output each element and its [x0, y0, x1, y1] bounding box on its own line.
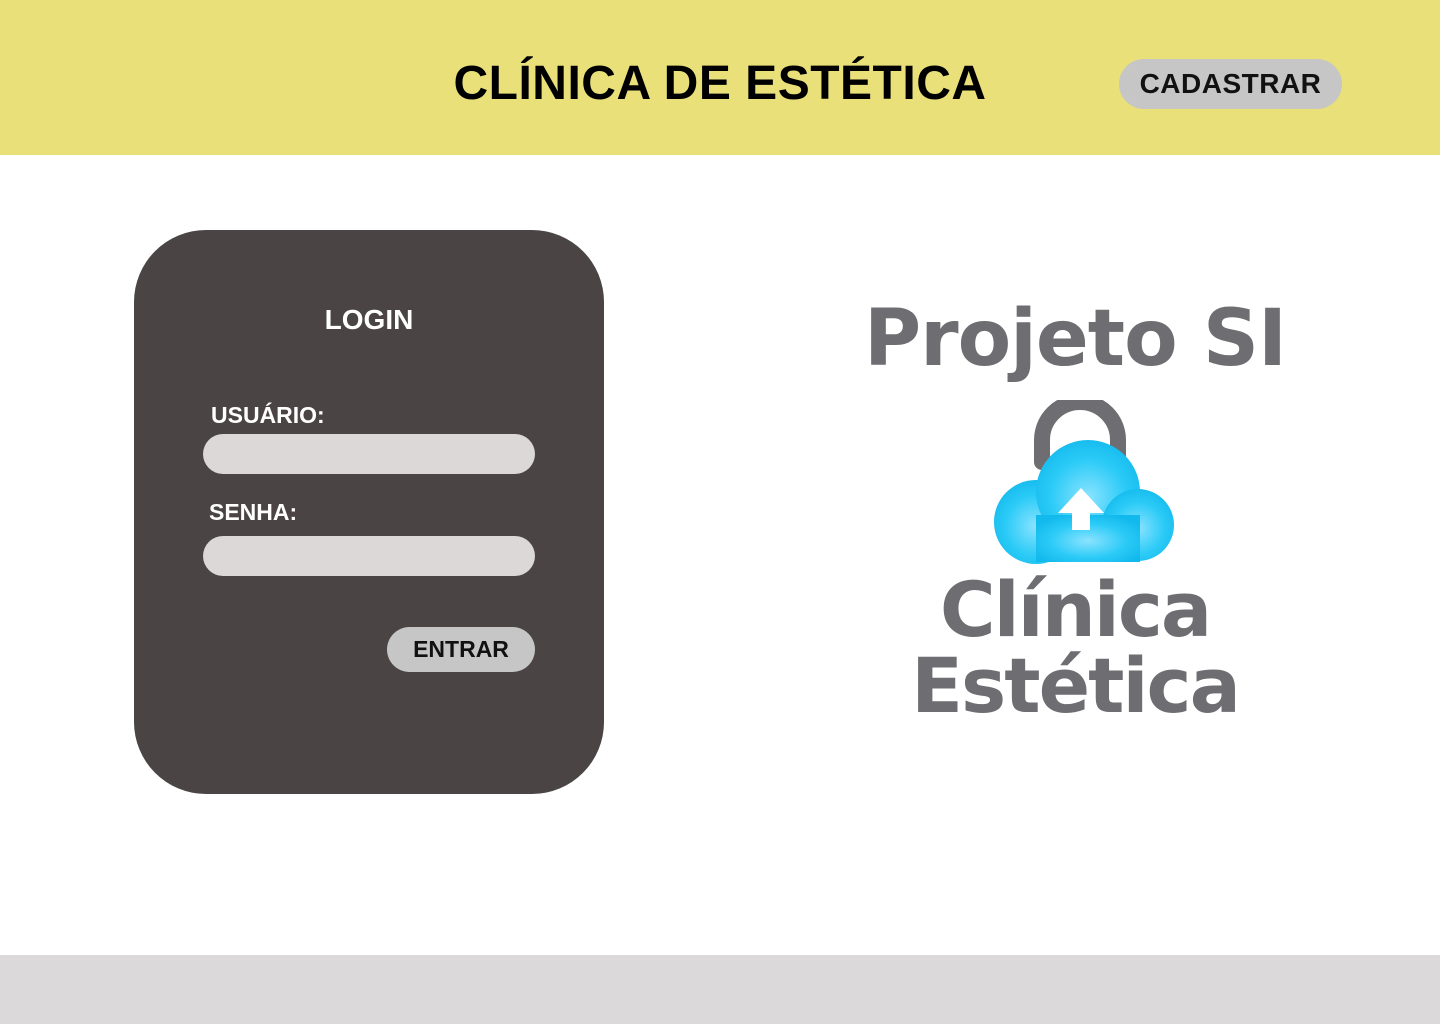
- password-input[interactable]: [203, 536, 535, 576]
- top-header: CLÍNICA DE ESTÉTICA CADASTRAR: [0, 0, 1440, 155]
- username-label: USUÁRIO:: [211, 402, 325, 428]
- username-input[interactable]: [203, 434, 535, 474]
- project-logo: Projeto SI Clínica Estética: [840, 294, 1310, 724]
- logo-subtitle: Clínica Estética: [911, 565, 1241, 730]
- logo-title: Projeto SI: [863, 294, 1287, 384]
- login-card: LOGIN USUÁRIO: SENHA: ENTRAR: [134, 230, 604, 794]
- page-footer: [0, 955, 1440, 1024]
- register-button[interactable]: CADASTRAR: [1119, 59, 1342, 109]
- password-label: SENHA:: [209, 499, 298, 525]
- cloud-upload-lock-icon: [994, 400, 1174, 564]
- enter-button[interactable]: ENTRAR: [387, 627, 535, 672]
- login-title: LOGIN: [324, 304, 414, 335]
